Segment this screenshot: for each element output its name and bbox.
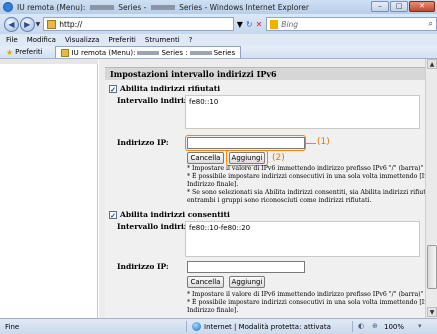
forward-button[interactable]: ▶ <box>19 16 35 32</box>
vertical-scrollbar[interactable]: ▲ ▼ <box>425 59 437 318</box>
zoom-level[interactable]: 100% <box>384 323 404 331</box>
allowed-cancel-button[interactable]: Cancella <box>187 276 224 288</box>
scroll-up-icon[interactable]: ▲ <box>427 59 437 69</box>
enable-allowed-row: ✓ Abilita indirizzi consentiti <box>109 210 230 219</box>
security-zone-text[interactable]: Internet | Modalità protetta: attivata <box>204 323 331 331</box>
callout-1-label: (1) <box>317 137 330 147</box>
refresh-icon[interactable]: ↻ <box>246 20 253 29</box>
scroll-down-icon[interactable]: ▼ <box>427 307 437 317</box>
window-title-bar: IU remota (Menu): Series - Series - Wind… <box>0 0 437 14</box>
menu-item-file[interactable]: File <box>6 36 18 44</box>
denied-cancel-button[interactable]: Cancella <box>187 152 224 164</box>
search-icon[interactable]: ⌕ <box>429 19 433 29</box>
internet-zone-icon <box>192 322 201 331</box>
redacted-model-name <box>137 50 160 55</box>
address-dropdown-icon[interactable]: ▼ <box>237 20 243 29</box>
maximize-button[interactable]: □ <box>390 1 408 12</box>
left-pane-header <box>0 59 98 64</box>
tab-title-mid: Series : <box>161 48 188 57</box>
denied-note-2: * È possibile impostare indirizzi consec… <box>187 173 437 180</box>
enable-denied-checkbox[interactable]: ✓ <box>109 84 117 93</box>
denied-note-5: entrambi i gruppi sono riconosciuti come… <box>187 197 372 204</box>
menu-item-preferiti[interactable]: Preferiti <box>108 36 135 44</box>
stop-icon[interactable]: ✕ <box>256 20 263 29</box>
menu-bar: File Modifica Visualizza Preferiti Strum… <box>0 34 437 46</box>
allowed-ip-input[interactable] <box>187 261 305 273</box>
menu-item-help[interactable]: ? <box>189 36 193 44</box>
denied-range-list[interactable]: fe80::10 <box>185 95 420 129</box>
status-divider <box>186 321 187 332</box>
enable-denied-label: Abilita indirizzi rifiutati <box>120 84 221 93</box>
allowed-range-list[interactable]: fe80::10-fe80::20 <box>185 221 420 257</box>
denied-note-1: * Impostare il valore di IPv6 immettendo… <box>187 165 437 172</box>
favorites-bar: ★ Preferiti IU remota (Menu): Series : S… <box>0 46 437 59</box>
search-placeholder: Bing <box>281 19 299 29</box>
back-button[interactable]: ◀ <box>4 16 19 32</box>
ie-icon <box>3 2 13 12</box>
window-title: IU remota (Menu): Series - Series - Wind… <box>17 3 309 12</box>
protected-mode-icon[interactable]: ◐ <box>358 322 364 330</box>
callout-2-highlight <box>226 150 268 166</box>
favorites-star-icon[interactable]: ★ <box>6 48 13 57</box>
minimize-button[interactable]: – <box>371 1 389 12</box>
allowed-ip-label: Indirizzo IP: <box>117 262 169 271</box>
denied-note-3: Indirizzo finale]. <box>187 181 239 188</box>
address-toolbar: ◀ ▶ ▼ http:// ▼ ↻ ✕ Bing ⌕ <box>0 14 437 34</box>
denied-note-4: * Se sono selezionati sia Abilita indiri… <box>187 189 437 196</box>
tab-title-prefix: IU remota (Menu): <box>71 48 136 57</box>
redacted-model-name <box>189 50 212 55</box>
status-text: Fine <box>5 323 20 331</box>
address-input[interactable]: http:// <box>43 17 234 31</box>
address-url: http:// <box>59 19 83 29</box>
allowed-note-2: * È possibile impostare indirizzi consec… <box>187 299 437 306</box>
enable-denied-row: ✓ Abilita indirizzi rifiutati <box>109 84 220 93</box>
browser-tab[interactable]: IU remota (Menu): Series : Series <box>54 46 242 58</box>
tab-title-suffix: Series <box>213 48 236 57</box>
settings-main: Impostazioni intervallo indirizzi IPv6 ✓… <box>99 59 437 318</box>
close-button[interactable]: ✕ <box>409 1 435 12</box>
search-input[interactable]: Bing ⌕ <box>266 17 437 31</box>
settings-panel: ✓ Abilita indirizzi rifiutati Intervallo… <box>105 80 437 318</box>
window-title-prefix: IU remota (Menu): <box>17 2 86 12</box>
window-title-suffix: Series - Windows Internet Explorer <box>179 2 309 12</box>
tab-favicon-icon <box>60 48 69 57</box>
window-title-series: Series - <box>118 2 147 12</box>
favorites-button[interactable]: Preferiti <box>15 48 42 56</box>
allowed-add-button[interactable]: Aggiungi <box>229 276 265 288</box>
enable-allowed-label: Abilita indirizzi consentiti <box>120 210 230 219</box>
denied-ip-label: Indirizzo IP: <box>117 138 169 147</box>
page-content: Impostazioni intervallo indirizzi IPv6 ✓… <box>0 59 437 318</box>
zoom-icon[interactable]: ⊕ <box>372 322 378 330</box>
section-title: Impostazioni intervallo indirizzi IPv6 <box>105 67 425 80</box>
history-dropdown-icon[interactable]: ▼ <box>36 21 41 28</box>
callout-1-line <box>306 143 316 144</box>
site-favicon-icon <box>47 19 57 29</box>
denied-range-value: fe80::10 <box>189 98 219 106</box>
redacted-model-name <box>150 5 175 10</box>
enable-allowed-checkbox[interactable]: ✓ <box>109 210 117 219</box>
zoom-dropdown-icon[interactable]: ▾ <box>418 322 422 330</box>
callout-2-label: (2) <box>272 153 285 163</box>
left-navigation-pane <box>0 59 98 318</box>
allowed-range-value: fe80::10-fe80::20 <box>189 224 251 232</box>
menu-item-visualizza[interactable]: Visualizza <box>65 36 99 44</box>
allowed-note-1: * Impostare il valore di IPv6 immettendo… <box>187 291 437 298</box>
menu-item-modifica[interactable]: Modifica <box>27 36 56 44</box>
scroll-thumb[interactable] <box>427 245 437 289</box>
status-divider <box>352 321 353 332</box>
allowed-note-3: Indirizzo finale]. <box>187 307 239 314</box>
status-bar: Fine Internet | Modalità protetta: attiv… <box>0 318 437 334</box>
redacted-model-name <box>89 5 114 10</box>
callout-1-highlight <box>185 135 306 151</box>
menu-item-strumenti[interactable]: Strumenti <box>145 36 180 44</box>
bing-icon <box>270 19 279 29</box>
